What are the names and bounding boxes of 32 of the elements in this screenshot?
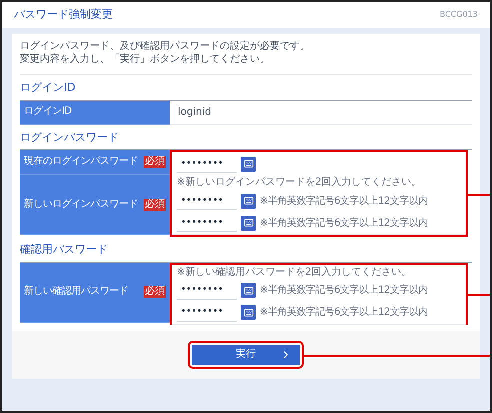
- required-badge: 必須: [144, 156, 166, 168]
- keyboard-icon: [244, 159, 254, 169]
- software-keyboard-button[interactable]: [241, 283, 256, 298]
- required-badge: 必須: [144, 198, 166, 210]
- field-label: 新しい確認用パスワード: [24, 286, 128, 298]
- section-heading: ログインパスワード: [20, 130, 120, 146]
- required-badge: 必須: [144, 286, 166, 298]
- keyboard-icon: [244, 218, 254, 228]
- field-hint: ※半角英数字記号6文字以上12文字以内: [260, 194, 428, 208]
- page-title: パスワード強制変更: [14, 6, 113, 23]
- field-label: 新しいログインパスワード: [24, 198, 138, 210]
- software-keyboard-button[interactable]: [241, 216, 256, 230]
- field-note: ※新しい確認用パスワードを2回入力してください。: [177, 266, 413, 278]
- field-hint: ※半角英数字記号6文字以上12文字以内: [260, 216, 428, 230]
- keyboard-icon: [244, 308, 254, 318]
- instruction-text: ログインパスワード、及び確認用パスワードの設定が必要です。: [20, 40, 311, 53]
- field-label: 現在のログインパスワード: [24, 156, 138, 168]
- field-hint: ※半角英数字記号6文字以上12文字以内: [260, 306, 428, 320]
- software-keyboard-button[interactable]: [241, 305, 256, 320]
- field-hint: ※半角英数字記号6文字以上12文字以内: [260, 284, 428, 298]
- field-note: ※新しいログインパスワードを2回入力してください。: [177, 176, 423, 189]
- keyboard-icon: [244, 286, 254, 296]
- software-keyboard-button[interactable]: [241, 194, 256, 208]
- screen-id: BCCG013: [440, 9, 478, 21]
- field-label: ログインID: [24, 106, 72, 118]
- software-keyboard-button[interactable]: [241, 156, 256, 172]
- section-heading: 確認用パスワード: [20, 242, 109, 258]
- keyboard-icon: [244, 196, 254, 206]
- login-id-value: loginid: [178, 106, 212, 120]
- execute-button[interactable]: 実行: [192, 344, 300, 364]
- instruction-text: 変更内容を入力し、「実行」ボタンを押してください。: [20, 53, 271, 66]
- section-heading: ログインID: [20, 80, 77, 96]
